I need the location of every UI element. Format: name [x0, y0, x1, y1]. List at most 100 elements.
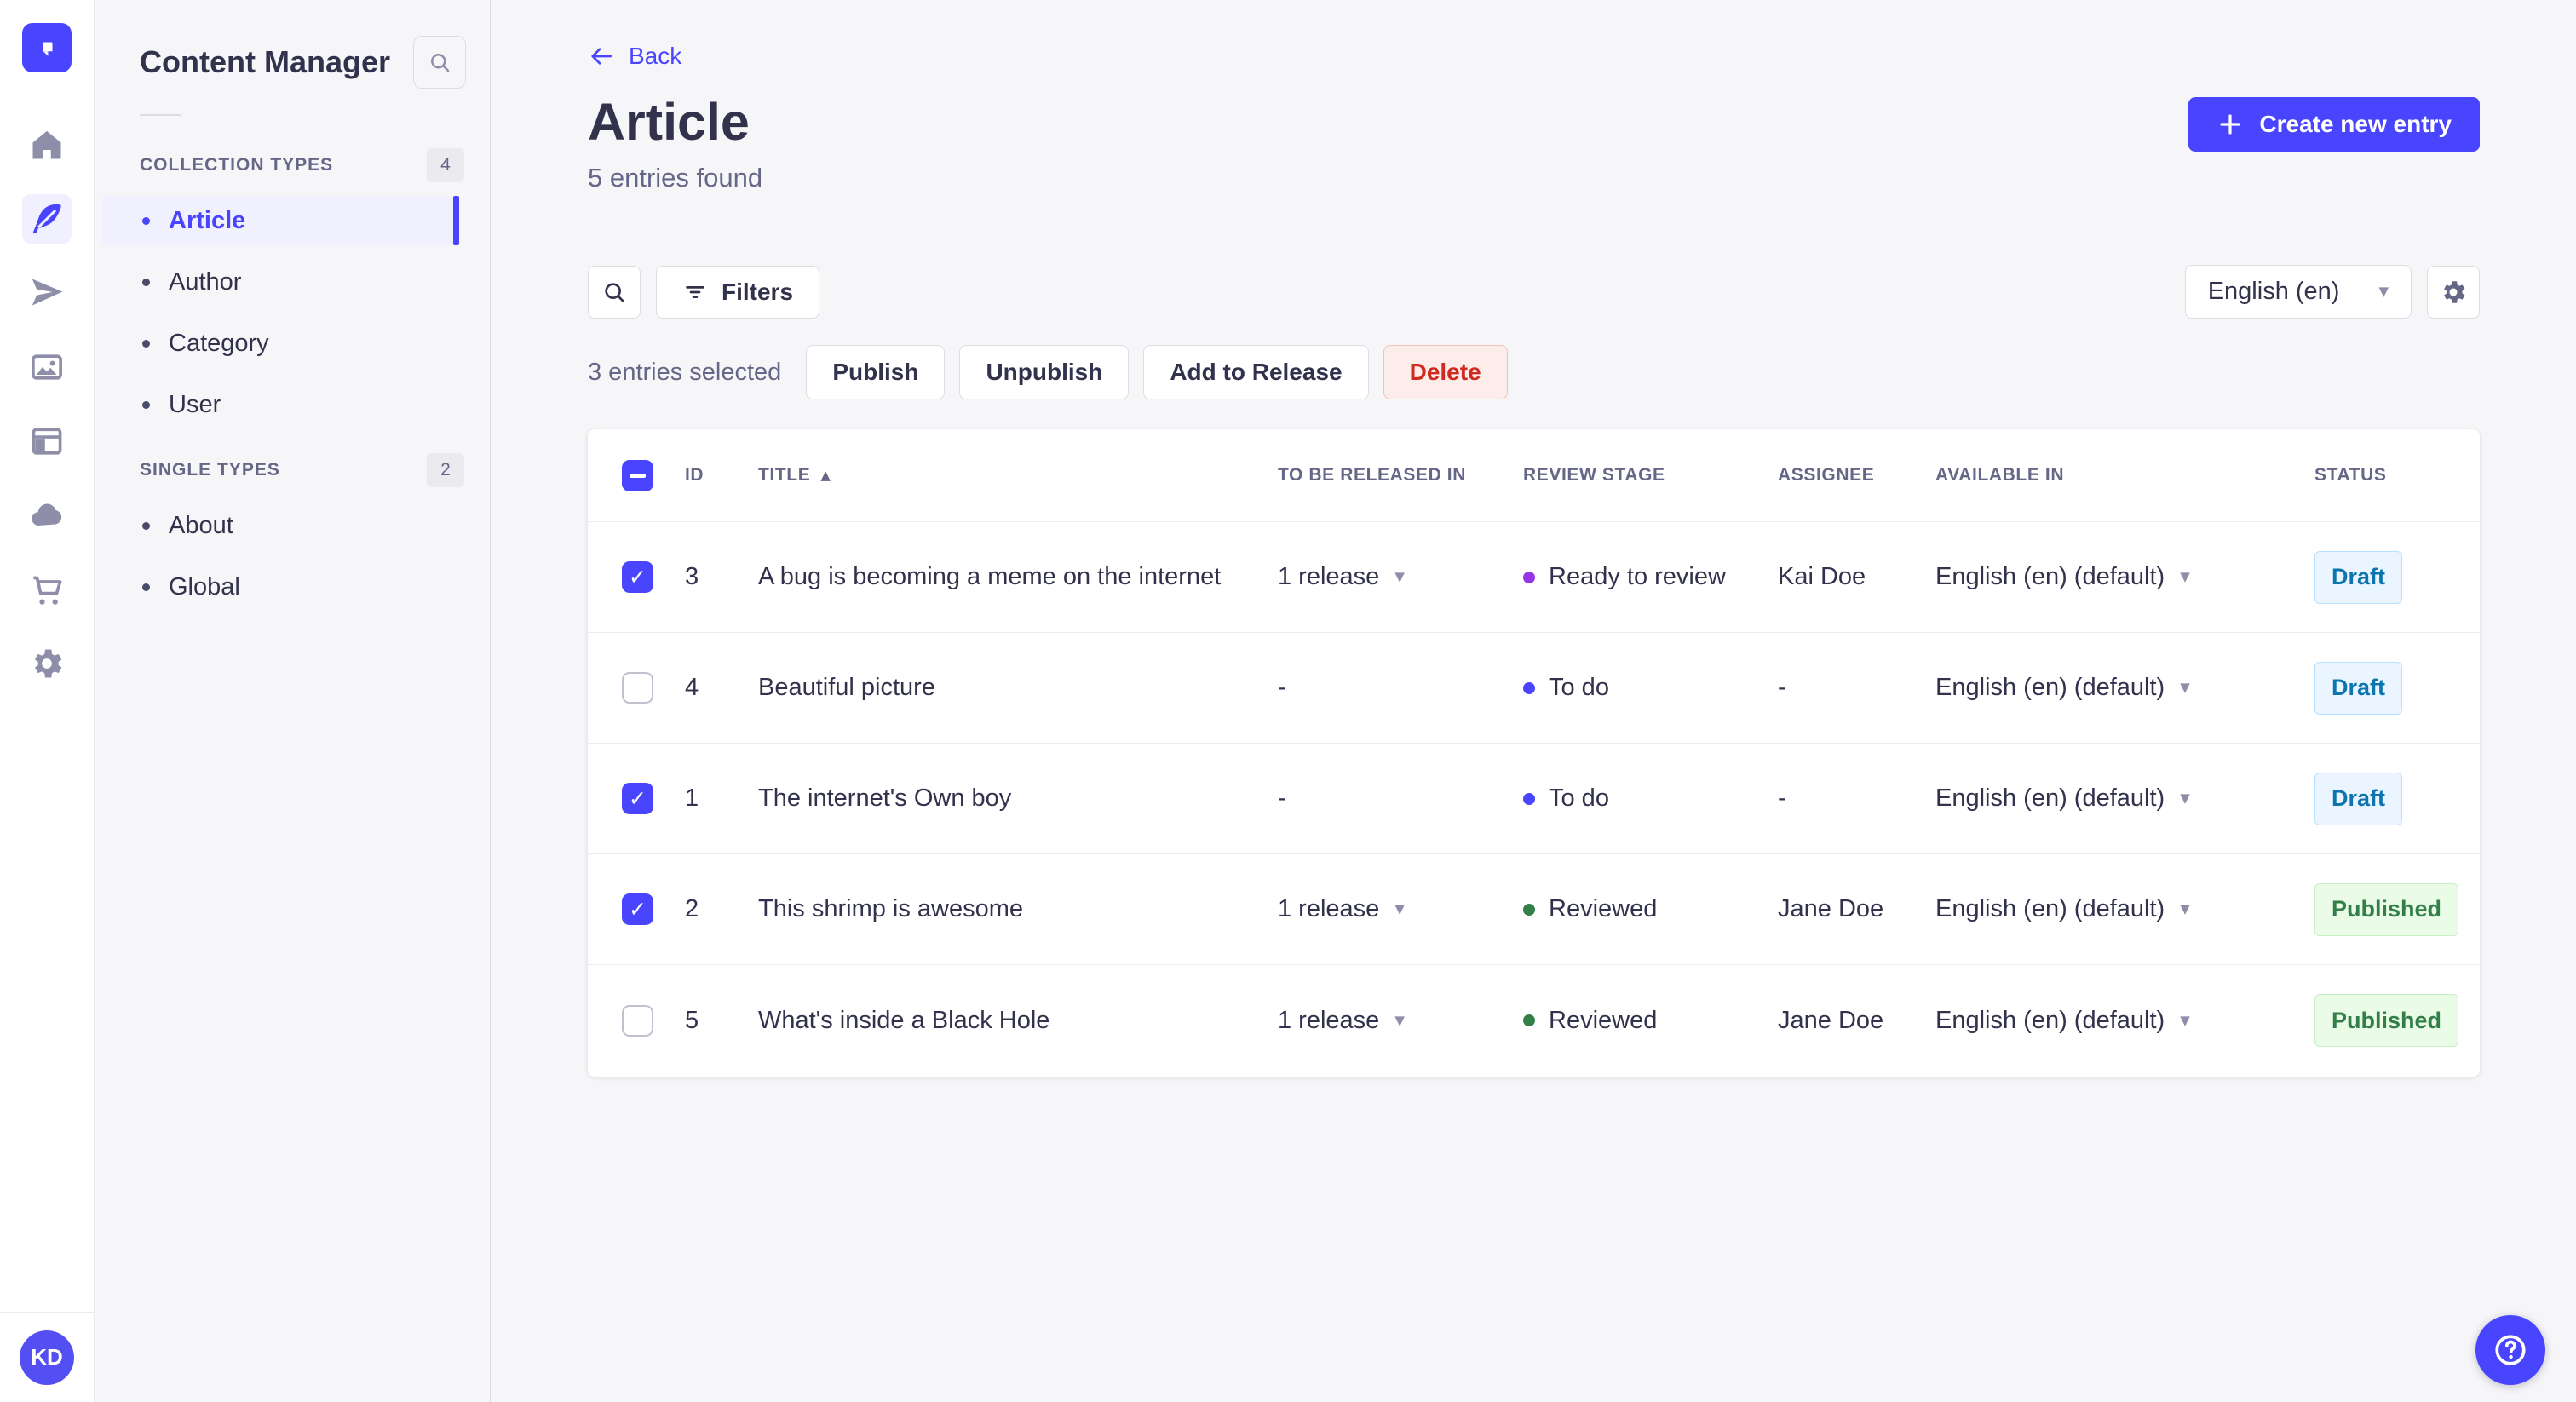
single-types-count: 2	[427, 453, 464, 487]
chevron-down-icon[interactable]: ▼	[1394, 571, 1405, 583]
row-checkbox[interactable]	[622, 561, 653, 594]
column-header-status[interactable]: STATUS	[2314, 465, 2480, 486]
sidebar-item-label: About	[169, 511, 233, 539]
chevron-down-icon[interactable]: ▼	[2180, 792, 2190, 805]
bullet-icon	[142, 583, 150, 591]
plus-icon	[2220, 114, 2240, 135]
view-settings-button[interactable]	[2427, 265, 2480, 319]
unpublish-button[interactable]: Unpublish	[959, 345, 1130, 400]
stage-value: Reviewed	[1549, 895, 1658, 923]
cell-assignee: -	[1778, 674, 1786, 702]
app-window: KD Content Manager COLLECTION TYPES 4 Ar…	[0, 0, 2576, 1402]
column-header-to-be-released-in[interactable]: TO BE RELEASED IN	[1278, 465, 1523, 486]
status-badge: Published	[2314, 994, 2459, 1048]
entries-count-subtitle: 5 entries found	[588, 163, 763, 193]
row-checkbox[interactable]	[622, 783, 653, 815]
table-row[interactable]: 5 What's inside a Black Hole 1 release ▼…	[588, 965, 2480, 1076]
stage-dot-icon	[1523, 903, 1535, 916]
create-new-entry-button[interactable]: Create new entry	[2188, 97, 2480, 152]
cell-to-be-released-in: 1 release ▼	[1278, 563, 1523, 591]
sidebar-item-global[interactable]: Global	[102, 562, 459, 612]
column-header-title[interactable]: TITLE ▲	[758, 465, 1278, 486]
row-checkbox[interactable]	[622, 672, 653, 704]
column-header-review-stage[interactable]: REVIEW STAGE	[1523, 465, 1778, 486]
gear-icon[interactable]	[22, 639, 72, 688]
media-library-icon[interactable]	[22, 342, 72, 392]
stage-value: To do	[1549, 674, 1609, 702]
subnav-search-button[interactable]	[413, 36, 466, 89]
cart-icon[interactable]	[22, 565, 72, 614]
user-avatar[interactable]: KD	[20, 1330, 74, 1385]
cell-review-stage: Ready to review	[1523, 563, 1778, 591]
back-label: Back	[629, 43, 682, 69]
publish-label: Publish	[832, 359, 919, 386]
table-row[interactable]: 2 This shrimp is awesome 1 release ▼ Rev…	[588, 854, 2480, 966]
gear-icon	[2444, 280, 2465, 303]
chevron-down-icon[interactable]: ▼	[1394, 1014, 1405, 1027]
chevron-down-icon[interactable]: ▼	[1394, 903, 1405, 916]
sidebar-item-user[interactable]: User	[102, 380, 459, 429]
help-button[interactable]	[2475, 1315, 2545, 1385]
cell-title: The internet's Own boy	[758, 784, 1012, 813]
filters-button[interactable]: Filters	[656, 265, 820, 319]
home-icon[interactable]	[22, 120, 72, 170]
release-value: 1 release	[1278, 563, 1380, 591]
paper-plane-icon[interactable]	[22, 268, 72, 318]
table-row[interactable]: 4 Beautiful picture - ▼ To do - English …	[588, 633, 2480, 744]
strapi-logo-icon	[43, 42, 53, 56]
publish-button[interactable]: Publish	[806, 345, 946, 400]
strapi-logo[interactable]	[22, 23, 72, 72]
cell-review-stage: To do	[1523, 784, 1778, 813]
chevron-down-icon[interactable]: ▼	[2180, 903, 2190, 916]
locale-select[interactable]: English (en) ▼	[2184, 265, 2412, 319]
sidebar-item-category[interactable]: Category	[102, 319, 459, 368]
help-icon	[2495, 1335, 2526, 1365]
single-types-label: SINGLE TYPES	[140, 460, 280, 480]
table-header-row: ID TITLE ▲ TO BE RELEASED IN REVIEW STAG…	[588, 429, 2480, 523]
column-header-available-in[interactable]: AVAILABLE IN	[1935, 465, 2314, 486]
table-row[interactable]: 1 The internet's Own boy - ▼ To do - Eng…	[588, 744, 2480, 855]
add-to-release-button[interactable]: Add to Release	[1143, 345, 1369, 400]
row-checkbox[interactable]	[622, 1004, 653, 1037]
cell-status: Draft	[2314, 772, 2480, 825]
status-badge: Draft	[2314, 550, 2403, 604]
cell-status: Published	[2314, 994, 2480, 1048]
cloud-icon[interactable]	[22, 491, 72, 540]
sidebar-item-about[interactable]: About	[102, 501, 459, 550]
sidebar-item-label: Global	[169, 572, 240, 600]
content-manager-feather-icon[interactable]	[22, 194, 72, 244]
cell-review-stage: Reviewed	[1523, 1007, 1778, 1035]
cell-to-be-released-in: 1 release ▼	[1278, 1007, 1523, 1035]
layout-icon[interactable]	[22, 417, 72, 466]
entries-selected-text: 3 entries selected	[588, 358, 782, 386]
available-in-value: English (en) (default)	[1935, 895, 2165, 923]
table-body: 3 A bug is becoming a meme on the intern…	[588, 522, 2480, 1076]
available-in-value: English (en) (default)	[1935, 674, 2165, 702]
delete-button[interactable]: Delete	[1383, 345, 1508, 400]
entries-table: ID TITLE ▲ TO BE RELEASED IN REVIEW STAG…	[588, 429, 2480, 1077]
back-link[interactable]: Back	[588, 0, 681, 70]
cell-available-in: English (en) (default) ▼	[1935, 895, 2314, 923]
chevron-down-icon[interactable]: ▼	[2180, 571, 2190, 583]
cell-status: Published	[2314, 882, 2480, 936]
release-value: -	[1278, 784, 1286, 813]
select-all-checkbox[interactable]	[622, 459, 653, 491]
sidebar-item-author[interactable]: Author	[102, 257, 459, 307]
unpublish-label: Unpublish	[986, 359, 1103, 386]
sidebar-item-article[interactable]: Article	[102, 196, 459, 245]
bullet-icon	[142, 278, 150, 286]
table-search-button[interactable]	[588, 265, 641, 319]
search-icon	[605, 282, 624, 302]
row-checkbox[interactable]	[622, 893, 653, 926]
cell-to-be-released-in: 1 release ▼	[1278, 895, 1523, 923]
rail-icon-list	[22, 120, 72, 688]
table-row[interactable]: 3 A bug is becoming a meme on the intern…	[588, 522, 2480, 634]
available-in-value: English (en) (default)	[1935, 1006, 2165, 1034]
cell-to-be-released-in: - ▼	[1278, 674, 1523, 702]
cell-review-stage: To do	[1523, 674, 1778, 702]
column-header-id[interactable]: ID	[685, 465, 758, 486]
chevron-down-icon[interactable]: ▼	[2180, 1014, 2190, 1027]
column-header-assignee[interactable]: ASSIGNEE	[1778, 465, 1935, 486]
cell-id: 1	[685, 784, 699, 813]
chevron-down-icon[interactable]: ▼	[2180, 681, 2190, 694]
